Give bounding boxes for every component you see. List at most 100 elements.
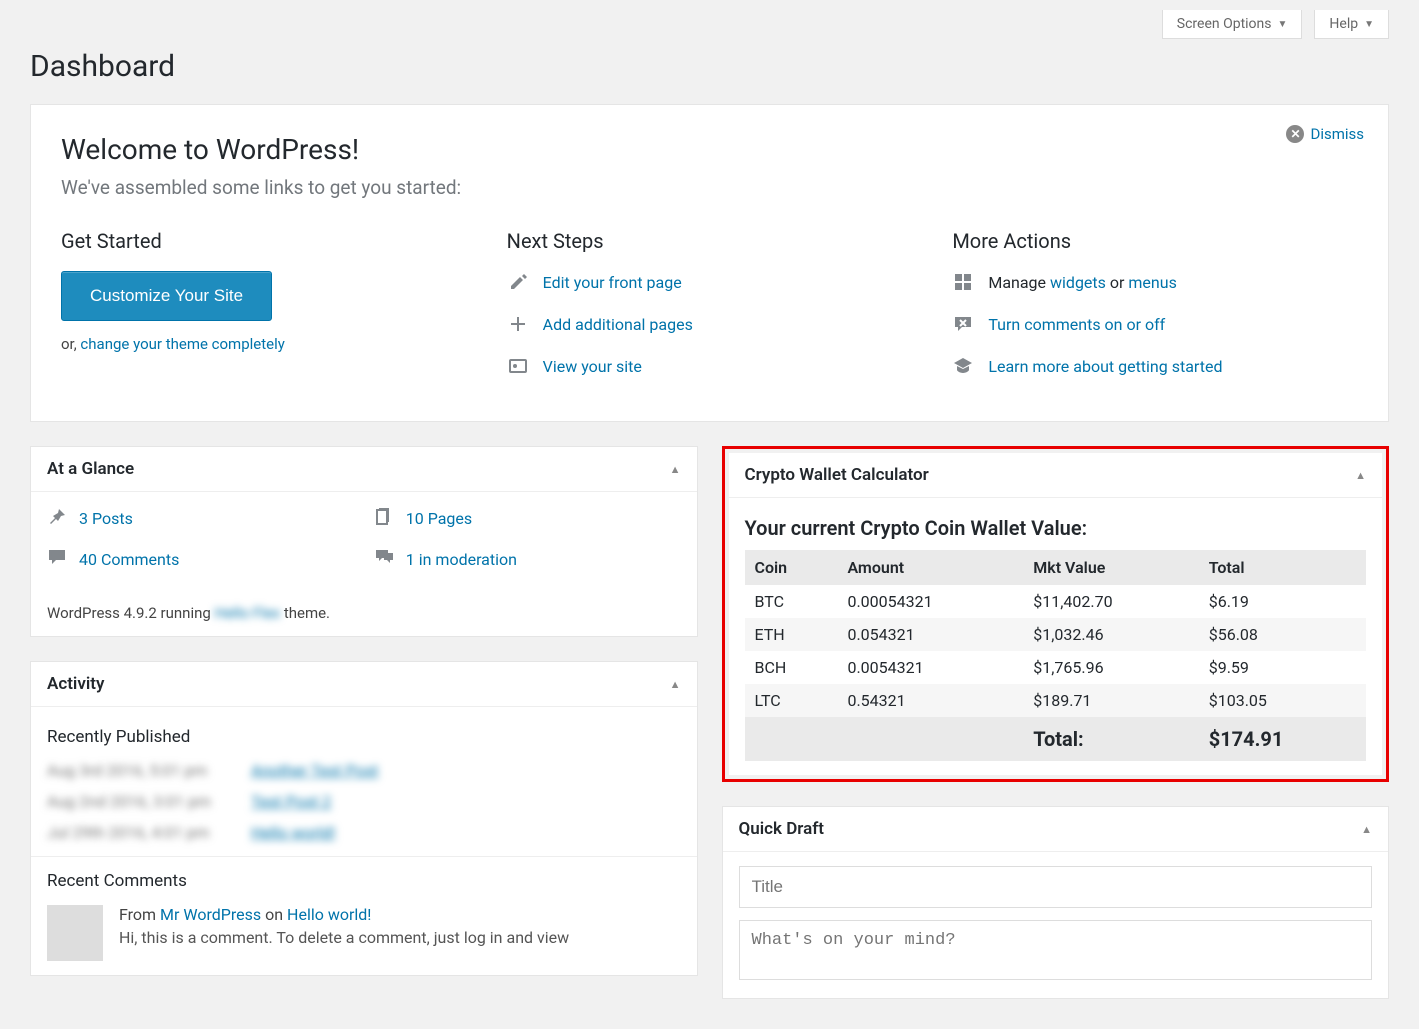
wallet-total-value: $174.91 (1199, 717, 1366, 761)
comment-icon (47, 547, 69, 572)
activity-item-date: Jul 29th 2016, 4:01 pm (47, 823, 227, 842)
theme-name-link[interactable]: Hello Flex (215, 604, 281, 622)
widgets-link[interactable]: widgets (1050, 273, 1106, 292)
cell-total: $103.05 (1199, 684, 1366, 717)
view-site-link[interactable]: View your site (543, 357, 642, 376)
change-theme-link[interactable]: change your theme completely (80, 335, 284, 353)
quick-draft-box: Quick Draft ▲ (722, 806, 1390, 999)
cell-total: $9.59 (1199, 651, 1366, 684)
activity-item-link[interactable]: Hello world! (251, 823, 335, 842)
cell-mkt: $1,032.46 (1023, 618, 1198, 651)
table-row: BTC0.00054321$11,402.70$6.19 (745, 585, 1367, 618)
comment-author-link[interactable]: Mr WordPress (160, 905, 261, 924)
wallet-total-label: Total: (1023, 717, 1198, 761)
quick-draft-content-input[interactable] (739, 920, 1373, 980)
cell-amount: 0.054321 (837, 618, 1023, 651)
customize-site-button[interactable]: Customize Your Site (61, 271, 272, 321)
widgets-icon (952, 271, 974, 293)
activity-item-link[interactable]: Test Post 2 (251, 792, 331, 811)
collapse-toggle[interactable]: ▲ (1361, 823, 1372, 836)
manage-widgets-text: Manage widgets or menus (988, 273, 1176, 292)
th-mkt: Mkt Value (1023, 550, 1198, 585)
quick-draft-title-input[interactable] (739, 866, 1373, 908)
plus-icon (507, 313, 529, 335)
cell-amount: 0.0054321 (837, 651, 1023, 684)
posts-count-link[interactable]: 3 Posts (79, 509, 133, 528)
comments-toggle-link[interactable]: Turn comments on or off (988, 315, 1165, 334)
crypto-wallet-table: Coin Amount Mkt Value Total BTC0.0005432… (745, 550, 1367, 761)
learn-more-link[interactable]: Learn more about getting started (988, 357, 1222, 376)
view-site-icon (507, 355, 529, 377)
cell-mkt: $189.71 (1023, 684, 1198, 717)
pages-icon (374, 506, 396, 531)
pages-count-link[interactable]: 10 Pages (406, 509, 472, 528)
moderation-icon (374, 547, 396, 572)
welcome-title: Welcome to WordPress! (61, 133, 1358, 166)
cell-amount: 0.00054321 (837, 585, 1023, 618)
activity-item: Aug 2nd 2016, 3:01 pm Test Post 2 (47, 792, 681, 811)
recent-comment-row: From Mr WordPress on Hello world! Hi, th… (47, 905, 681, 961)
th-coin: Coin (745, 550, 838, 585)
cell-mkt: $1,765.96 (1023, 651, 1198, 684)
get-started-heading: Get Started (61, 229, 467, 253)
menus-link[interactable]: menus (1128, 273, 1176, 292)
th-total: Total (1199, 550, 1366, 585)
welcome-col-more-actions: More Actions Manage widgets or menus (952, 229, 1358, 397)
cell-total: $56.08 (1199, 618, 1366, 651)
collapse-toggle[interactable]: ▲ (670, 463, 681, 476)
help-label: Help (1329, 16, 1358, 32)
activity-item-date: Aug 3rd 2016, 5:01 pm (47, 761, 227, 780)
or-change-theme-line: or, change your theme completely (61, 335, 467, 353)
recently-published-heading: Recently Published (47, 727, 681, 747)
next-steps-heading: Next Steps (507, 229, 913, 253)
chevron-down-icon: ▼ (1278, 19, 1288, 30)
at-a-glance-box: At a Glance ▲ 3 Posts (30, 446, 698, 637)
screen-options-tab[interactable]: Screen Options ▼ (1162, 10, 1303, 39)
table-row: BCH0.0054321$1,765.96$9.59 (745, 651, 1367, 684)
quick-draft-title: Quick Draft (739, 819, 824, 839)
comments-toggle-icon (952, 313, 974, 335)
th-amount: Amount (837, 550, 1023, 585)
dismiss-label: Dismiss (1310, 125, 1364, 143)
dismiss-welcome-button[interactable]: ✕ Dismiss (1286, 125, 1364, 143)
moderation-link[interactable]: 1 in moderation (406, 550, 517, 569)
table-row: LTC0.54321$189.71$103.05 (745, 684, 1367, 717)
cell-total: $6.19 (1199, 585, 1366, 618)
chevron-down-icon: ▼ (1364, 19, 1374, 30)
activity-box: Activity ▲ Recently Published Aug 3rd 20… (30, 661, 698, 976)
help-tab[interactable]: Help ▼ (1314, 10, 1389, 39)
crypto-box-title: Crypto Wallet Calculator (745, 465, 929, 485)
crypto-wallet-box: Crypto Wallet Calculator ▲ Your current … (729, 453, 1383, 775)
table-row: ETH0.054321$1,032.46$56.08 (745, 618, 1367, 651)
edit-icon (507, 271, 529, 293)
edit-front-page-link[interactable]: Edit your front page (543, 273, 682, 292)
comments-count-link[interactable]: 40 Comments (79, 550, 179, 569)
comment-body-text: Hi, this is a comment. To delete a comme… (119, 928, 569, 947)
at-a-glance-title: At a Glance (47, 459, 134, 479)
cell-mkt: $11,402.70 (1023, 585, 1198, 618)
collapse-toggle[interactable]: ▲ (1355, 469, 1366, 482)
welcome-col-get-started: Get Started Customize Your Site or, chan… (61, 229, 467, 397)
add-pages-link[interactable]: Add additional pages (543, 315, 693, 334)
screen-options-label: Screen Options (1177, 16, 1272, 32)
cell-coin: LTC (745, 684, 838, 717)
cell-coin: BCH (745, 651, 838, 684)
close-icon: ✕ (1286, 125, 1304, 143)
cell-coin: ETH (745, 618, 838, 651)
crypto-subheading: Your current Crypto Coin Wallet Value: (745, 516, 1367, 540)
activity-item-link[interactable]: Another Test Post (251, 761, 378, 780)
wordpress-version-text: WordPress 4.9.2 running Hello Flex theme… (47, 604, 681, 622)
activity-item-date: Aug 2nd 2016, 3:01 pm (47, 792, 227, 811)
activity-item: Jul 29th 2016, 4:01 pm Hello world! (47, 823, 681, 842)
welcome-col-next-steps: Next Steps Edit your front page Add addi… (507, 229, 913, 397)
pushpin-icon (47, 506, 69, 531)
cell-amount: 0.54321 (837, 684, 1023, 717)
graduation-cap-icon (952, 355, 974, 377)
collapse-toggle[interactable]: ▲ (670, 678, 681, 691)
comment-meta-line: From Mr WordPress on Hello world! (119, 905, 569, 924)
page-title: Dashboard (30, 49, 1389, 84)
recent-comments-heading: Recent Comments (47, 871, 681, 891)
comment-post-link[interactable]: Hello world! (287, 905, 371, 924)
cell-coin: BTC (745, 585, 838, 618)
divider (31, 856, 697, 857)
